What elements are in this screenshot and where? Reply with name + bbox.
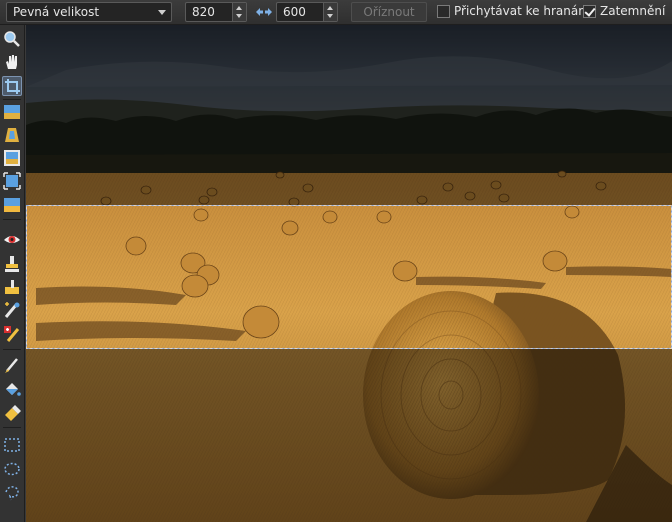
hand-icon bbox=[6, 55, 17, 69]
transform-tool[interactable] bbox=[2, 171, 22, 191]
zoom-tool[interactable] bbox=[2, 29, 22, 49]
crop-tool[interactable] bbox=[2, 76, 22, 96]
transform-icon bbox=[3, 172, 21, 190]
rect-select-tool[interactable] bbox=[2, 435, 22, 455]
width-value: 820 bbox=[192, 5, 215, 19]
gradient-tool[interactable] bbox=[2, 195, 22, 215]
spin-down-icon[interactable] bbox=[236, 14, 242, 18]
smudge-icon bbox=[5, 280, 19, 294]
height-spinbox[interactable]: 600 bbox=[276, 2, 338, 22]
size-mode-value: Pevná velikost bbox=[13, 5, 100, 19]
spin-down-icon[interactable] bbox=[327, 14, 333, 18]
straighten-tool[interactable] bbox=[2, 102, 22, 122]
smudge-tool[interactable] bbox=[2, 277, 22, 297]
heal-brush-icon bbox=[4, 302, 20, 318]
brush-icon bbox=[5, 358, 18, 373]
fill-icon bbox=[6, 383, 21, 396]
darken-label: Zatemnění bbox=[600, 4, 666, 18]
lasso-select-tool[interactable] bbox=[2, 483, 22, 503]
height-spin-buttons[interactable] bbox=[323, 3, 337, 21]
crop-icon bbox=[5, 79, 20, 94]
snap-label: Přichytávat ke hranám bbox=[454, 4, 590, 18]
fill-tool[interactable] bbox=[2, 379, 22, 399]
eraser-icon bbox=[5, 405, 21, 421]
height-value: 600 bbox=[283, 5, 306, 19]
spin-up-icon[interactable] bbox=[327, 6, 333, 10]
eraser-tool[interactable] bbox=[2, 402, 22, 422]
resize-tool[interactable] bbox=[2, 148, 22, 168]
perspective-tool[interactable] bbox=[2, 125, 22, 145]
chevron-down-icon bbox=[158, 10, 166, 15]
crop-button[interactable]: Oříznout bbox=[351, 2, 427, 22]
stamp-icon bbox=[5, 256, 19, 272]
ellipse-select-icon bbox=[4, 462, 20, 476]
ellipse-select-tool[interactable] bbox=[2, 459, 22, 479]
clone-icon bbox=[4, 326, 20, 342]
brush-tool[interactable] bbox=[2, 355, 22, 375]
stamp-tool[interactable] bbox=[2, 254, 22, 274]
resize-icon bbox=[4, 150, 20, 166]
perspective-icon bbox=[5, 128, 19, 142]
spin-up-icon[interactable] bbox=[236, 6, 242, 10]
red-eye-tool[interactable] bbox=[2, 230, 22, 250]
tool-separator bbox=[3, 349, 21, 350]
gradient-icon bbox=[4, 198, 20, 212]
clone-tool[interactable] bbox=[2, 324, 22, 344]
snap-checkbox[interactable] bbox=[437, 5, 450, 18]
lasso-select-icon bbox=[5, 486, 19, 501]
width-spin-buttons[interactable] bbox=[232, 3, 246, 21]
darken-checkbox[interactable] bbox=[583, 5, 596, 18]
width-spinbox[interactable]: 820 bbox=[185, 2, 247, 22]
tool-palette bbox=[0, 25, 25, 522]
heal-brush-tool[interactable] bbox=[2, 301, 22, 321]
straighten-icon bbox=[4, 105, 20, 119]
crop-toolbar: Pevná velikost 820 600 Oříznout Přichytá… bbox=[0, 0, 672, 25]
image-canvas[interactable] bbox=[26, 25, 672, 522]
swap-dimensions-icon[interactable] bbox=[255, 5, 273, 19]
tool-separator bbox=[3, 99, 21, 100]
tool-separator bbox=[3, 427, 21, 428]
size-mode-select[interactable]: Pevná velikost bbox=[6, 2, 172, 22]
tool-separator bbox=[3, 219, 21, 220]
zoom-icon bbox=[4, 31, 20, 47]
red-eye-icon bbox=[4, 236, 20, 243]
rect-select-icon bbox=[4, 438, 20, 452]
crop-selection[interactable] bbox=[26, 205, 672, 349]
hand-tool[interactable] bbox=[2, 52, 22, 72]
